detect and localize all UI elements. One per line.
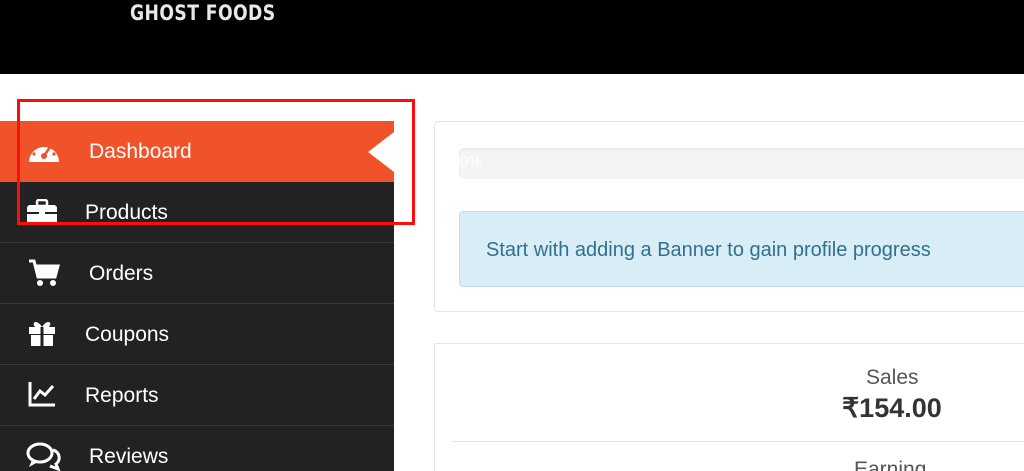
profile-progress-bar: 0%	[459, 148, 1024, 179]
sidebar-item-label: Reviews	[89, 445, 169, 468]
stats-divider	[451, 441, 1024, 442]
sidebar-item-reviews[interactable]: Reviews	[0, 426, 394, 471]
sidebar-item-label: Dashboard	[89, 140, 192, 163]
brand-logo[interactable]: GHOST FOODS	[130, 1, 276, 25]
sales-label: Sales	[866, 366, 919, 389]
gift-icon	[28, 319, 56, 347]
sidebar-item-products[interactable]: Products	[0, 182, 394, 243]
banner-info-alert: Start with adding a Banner to gain profi…	[459, 211, 1024, 287]
sidebar-nav: Dashboard Products Orders Coupons Report…	[0, 121, 394, 471]
shopping-cart-icon	[28, 258, 60, 288]
sidebar-item-reports[interactable]: Reports	[0, 365, 394, 426]
briefcase-icon	[26, 198, 58, 225]
banner-message: Start with adding a Banner to gain profi…	[486, 239, 931, 261]
sidebar-item-label: Orders	[89, 262, 154, 285]
sidebar-item-coupons[interactable]: Coupons	[0, 304, 394, 365]
progress-percent: 0%	[459, 154, 483, 171]
stats-card: Sales ₹154.00 Earning	[434, 343, 1024, 471]
sales-value: ₹154.00	[842, 393, 942, 423]
line-chart-icon	[28, 381, 56, 407]
earning-label: Earning	[854, 458, 927, 471]
comments-icon	[26, 441, 62, 471]
sidebar-item-dashboard[interactable]: Dashboard	[0, 121, 394, 182]
sidebar-item-label: Products	[85, 201, 168, 224]
top-header: GHOST FOODS	[0, 0, 1024, 74]
sidebar-item-label: Reports	[85, 384, 159, 407]
sidebar-item-label: Coupons	[85, 323, 170, 346]
active-indicator-arrow	[368, 132, 394, 172]
dashboard-gauge-icon	[26, 136, 62, 166]
sidebar-item-orders[interactable]: Orders	[0, 243, 394, 304]
profile-progress-card: 0% Start with adding a Banner to gain pr…	[434, 121, 1024, 312]
